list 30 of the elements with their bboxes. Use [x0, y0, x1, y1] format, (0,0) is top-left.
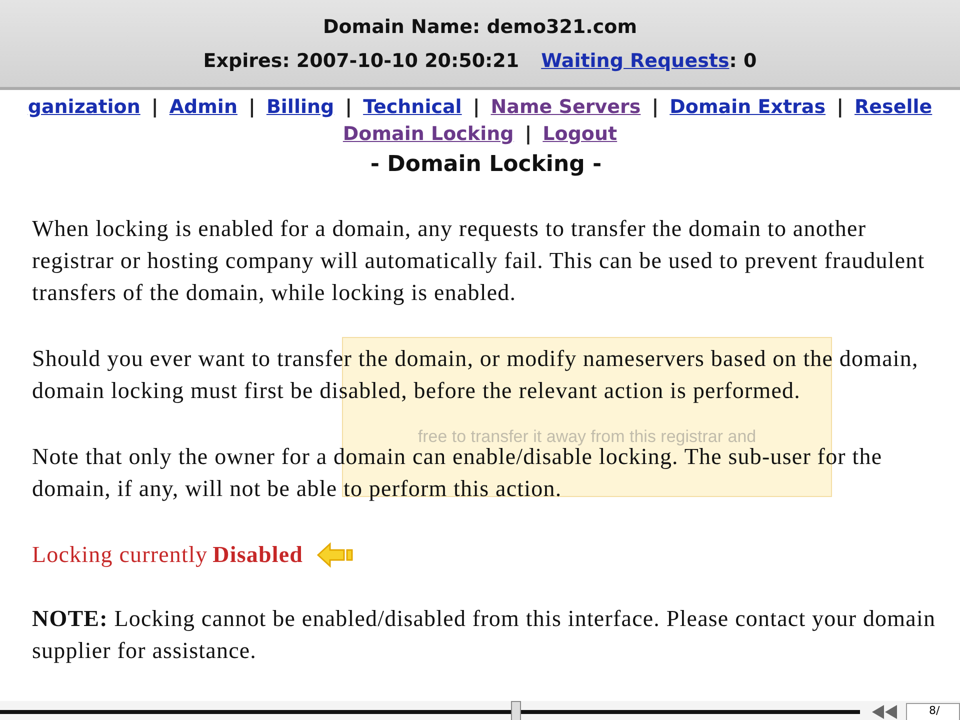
- nav-separator: |: [652, 95, 659, 120]
- status-label: Locking currently: [32, 541, 208, 569]
- nav-link[interactable]: Domain Extras: [670, 94, 826, 121]
- expires-date: 2007-10-10 20:50:21: [296, 50, 520, 72]
- nav-separator: |: [836, 95, 844, 120]
- expires-label: Expires:: [203, 50, 290, 72]
- seek-thumb[interactable]: [511, 701, 521, 720]
- nav-link[interactable]: Logout: [542, 121, 618, 148]
- status-value: Disabled: [212, 541, 304, 569]
- note-text: NOTE: Locking cannot be enabled/disabled from this interface. Please contact your domain supplier for assistance.: [32, 605, 937, 665]
- nav-separator: |: [151, 95, 158, 120]
- waiting-count: : 0: [729, 50, 757, 72]
- nav-link[interactable]: Admin: [169, 94, 238, 121]
- nav-link[interactable]: Name Servers: [490, 94, 641, 121]
- nav-separator: |: [345, 95, 352, 120]
- nav-link[interactable]: Domain Locking: [342, 121, 514, 148]
- page-title: - Domain Locking -: [369, 152, 603, 177]
- domain-label: Domain Name:: [322, 16, 480, 38]
- paragraph: When locking is enabled for a domain, any requests to transfer the domain to another registrar or hosting company will automatically fail. This can be used to prevent fraudulent transfers of the domain, while locking is enabled.: [32, 215, 926, 307]
- nav-link[interactable]: Technical: [363, 94, 462, 121]
- paragraph: Should you ever want to transfer the domain, or modify nameservers based on the domain, domain locking must first be disabled, before the relevant action is performed.: [32, 345, 920, 405]
- nav-separator: |: [524, 122, 532, 147]
- waiting-requests-link[interactable]: Waiting Requests: [541, 50, 730, 72]
- domain-name: demo321.com: [486, 16, 638, 38]
- nav-link[interactable]: Billing: [266, 94, 334, 121]
- nav-separator: |: [248, 95, 256, 120]
- time-field: 8/: [906, 703, 960, 720]
- nav-link[interactable]: Reselle: [854, 94, 932, 121]
- nav-separator: |: [472, 95, 480, 120]
- nav-link[interactable]: ganization: [28, 94, 140, 121]
